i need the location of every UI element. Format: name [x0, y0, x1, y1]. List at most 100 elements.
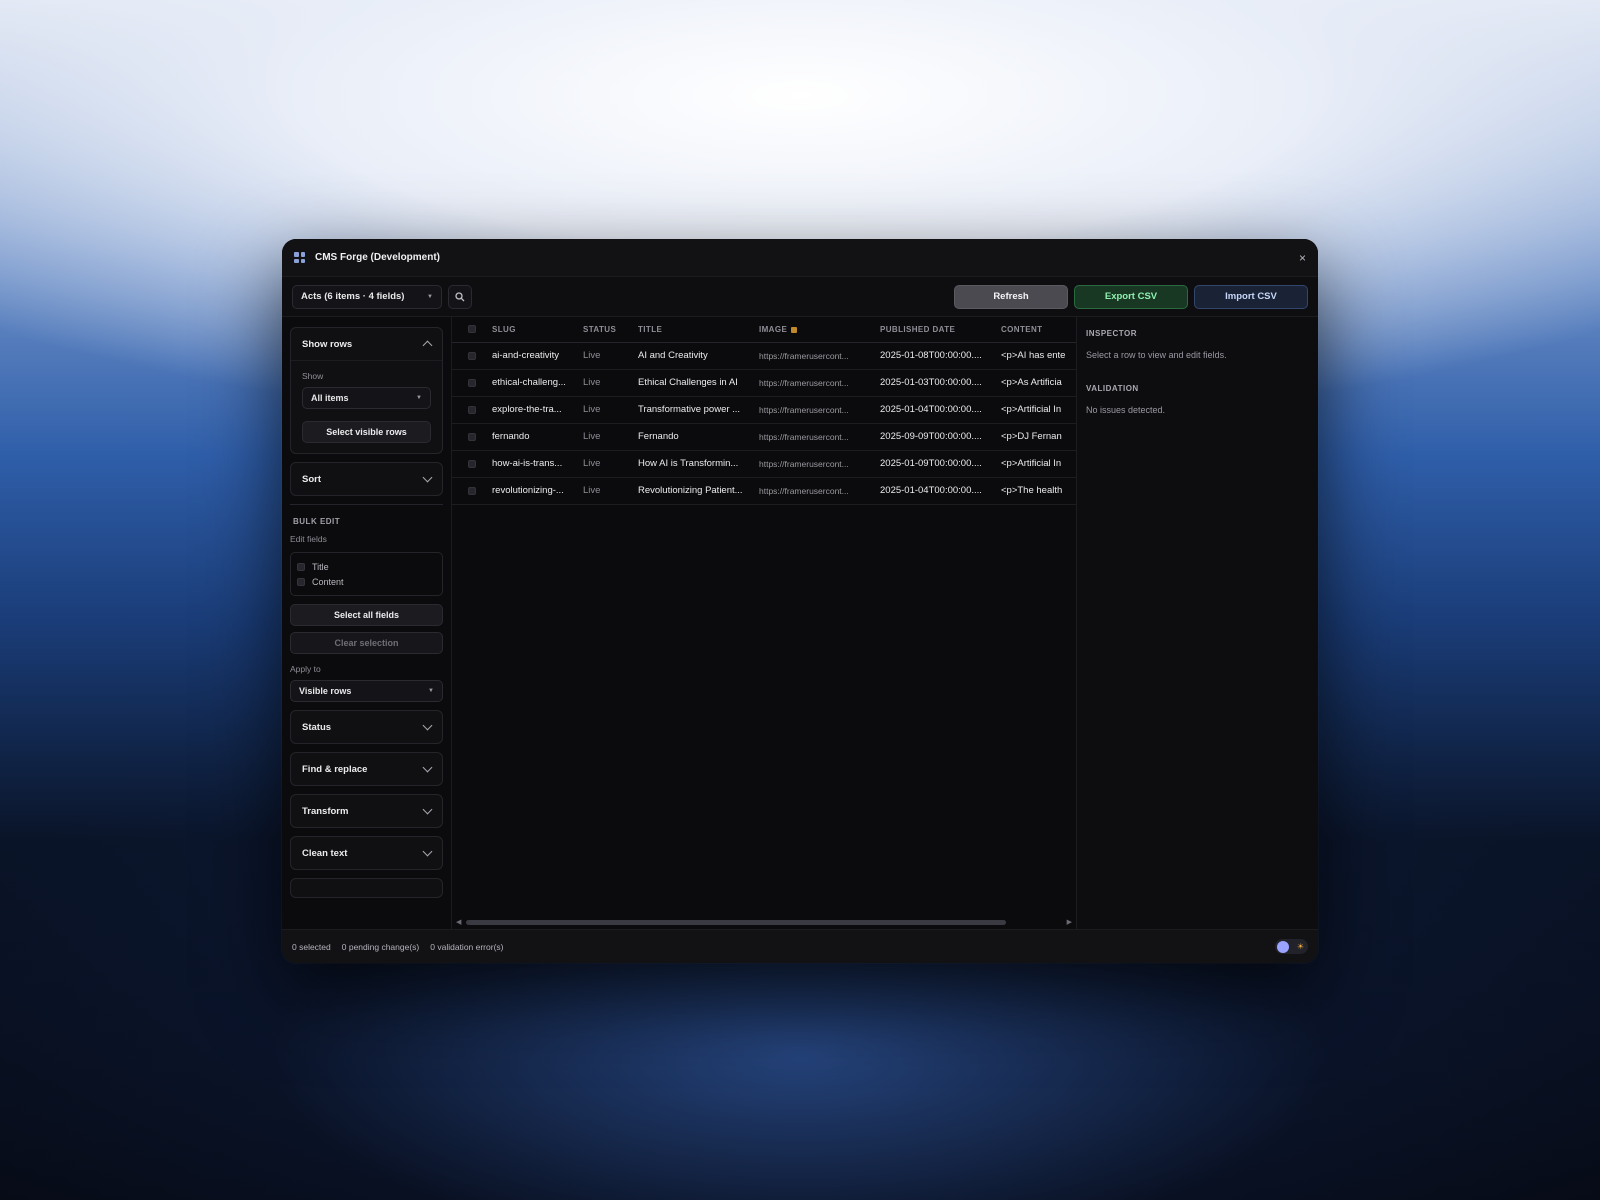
column-header-status[interactable]: STATUS: [583, 317, 638, 343]
status-cell[interactable]: Live: [583, 396, 638, 424]
image-cell[interactable]: https://framerusercont...: [759, 450, 880, 478]
title-cell[interactable]: Transformative power ...: [638, 396, 759, 424]
image-cell[interactable]: https://framerusercont...: [759, 423, 880, 451]
close-icon[interactable]: ×: [1299, 251, 1306, 265]
row-select-cell[interactable]: [452, 369, 492, 397]
checkbox[interactable]: [468, 432, 476, 441]
status-cell[interactable]: Live: [583, 369, 638, 397]
content-cell[interactable]: <p>The health: [1001, 477, 1076, 505]
date-cell[interactable]: 2025-09-09T00:00:00....: [880, 423, 1001, 451]
row-select-cell[interactable]: [452, 342, 492, 370]
slug-cell[interactable]: explore-the-tra...: [492, 396, 583, 424]
transform-header[interactable]: Transform: [291, 795, 442, 827]
table-row[interactable]: how-ai-is-trans... Live How AI is Transf…: [452, 450, 1076, 478]
date-cell[interactable]: 2025-01-04T00:00:00....: [880, 477, 1001, 505]
title-cell[interactable]: Fernando: [638, 423, 759, 451]
content-cell[interactable]: <p>AI has ente: [1001, 342, 1076, 370]
sun-icon: ☀: [1296, 942, 1304, 951]
toolbar: Acts (6 items · 4 fields) ▼ Refresh Expo…: [282, 277, 1318, 317]
row-select-cell[interactable]: [452, 396, 492, 424]
date-cell[interactable]: 2025-01-08T00:00:00....: [880, 342, 1001, 370]
column-header-slug[interactable]: SLUG: [492, 317, 583, 343]
table-row[interactable]: ethical-challeng... Live Ethical Challen…: [452, 369, 1076, 397]
checkbox[interactable]: [468, 378, 476, 387]
checkbox[interactable]: [468, 325, 476, 334]
table-row[interactable]: ai-and-creativity Live AI and Creativity…: [452, 342, 1076, 370]
select-all-fields-button[interactable]: Select all fields: [290, 604, 443, 626]
content-cell[interactable]: <p>Artificial In: [1001, 396, 1076, 424]
content-cell[interactable]: <p>DJ Fernan: [1001, 423, 1076, 451]
field-option-title[interactable]: Title: [297, 559, 436, 574]
sidebar: Show rows Show All items ▼ Select visibl…: [282, 317, 452, 929]
checkbox[interactable]: [468, 405, 476, 414]
column-header-published-date[interactable]: PUBLISHED DATE: [880, 317, 1001, 343]
column-header-content[interactable]: CONTENT: [1001, 317, 1076, 343]
date-cell[interactable]: 2025-01-03T00:00:00....: [880, 369, 1001, 397]
slug-cell[interactable]: fernando: [492, 423, 583, 451]
theme-toggle[interactable]: ☀: [1275, 939, 1308, 954]
select-visible-rows-button[interactable]: Select visible rows: [302, 421, 431, 443]
checkbox[interactable]: [468, 459, 476, 468]
content-cell[interactable]: <p>As Artificia: [1001, 369, 1076, 397]
import-csv-button[interactable]: Import CSV: [1194, 284, 1308, 309]
table-header-row: SLUG STATUS TITLE IMAGE PUBLISHED DATE C…: [452, 317, 1076, 343]
title-cell[interactable]: How AI is Transformin...: [638, 450, 759, 478]
search-button[interactable]: [448, 284, 472, 309]
table-row[interactable]: revolutionizing-... Live Revolutionizing…: [452, 477, 1076, 505]
slug-cell[interactable]: ethical-challeng...: [492, 369, 583, 397]
show-rows-title: Show rows: [302, 338, 353, 350]
row-select-cell[interactable]: [452, 423, 492, 451]
scrollbar-thumb[interactable]: [466, 920, 1006, 925]
scroll-right-icon[interactable]: ▶: [1067, 918, 1072, 926]
title-cell[interactable]: AI and Creativity: [638, 342, 759, 370]
scroll-left-icon[interactable]: ◀: [456, 918, 461, 926]
sort-header[interactable]: Sort: [291, 463, 442, 495]
collection-select[interactable]: Acts (6 items · 4 fields) ▼: [292, 284, 442, 309]
status-cell[interactable]: Live: [583, 477, 638, 505]
date-cell[interactable]: 2025-01-04T00:00:00....: [880, 396, 1001, 424]
title-bar: CMS Forge (Development) ×: [282, 239, 1318, 277]
checkbox[interactable]: [468, 351, 476, 360]
content-cell[interactable]: <p>Artificial In: [1001, 450, 1076, 478]
refresh-button[interactable]: Refresh: [954, 284, 1068, 309]
select-all-cell[interactable]: [452, 317, 492, 343]
status-cell[interactable]: Live: [583, 423, 638, 451]
field-option-content[interactable]: Content: [297, 574, 436, 589]
title-cell[interactable]: Ethical Challenges in AI: [638, 369, 759, 397]
title-cell[interactable]: Revolutionizing Patient...: [638, 477, 759, 505]
bulk-edit-heading: BULK EDIT: [293, 517, 341, 526]
status-cell[interactable]: Live: [583, 342, 638, 370]
checkbox[interactable]: [297, 562, 305, 571]
horizontal-scrollbar[interactable]: ◀ ▶: [452, 917, 1076, 927]
row-select-cell[interactable]: [452, 450, 492, 478]
checkbox[interactable]: [468, 486, 476, 495]
clear-selection-button[interactable]: Clear selection: [290, 632, 443, 654]
export-csv-button[interactable]: Export CSV: [1074, 284, 1188, 309]
slug-cell[interactable]: ai-and-creativity: [492, 342, 583, 370]
date-cell[interactable]: 2025-01-09T00:00:00....: [880, 450, 1001, 478]
image-cell[interactable]: https://framerusercont...: [759, 477, 880, 505]
image-cell[interactable]: https://framerusercont...: [759, 396, 880, 424]
slug-cell[interactable]: how-ai-is-trans...: [492, 450, 583, 478]
apply-to-label: Apply to: [290, 664, 321, 674]
apply-to-select[interactable]: Visible rows ▼: [290, 680, 443, 702]
column-header-image[interactable]: IMAGE: [759, 317, 880, 343]
find-replace-title: Find & replace: [302, 763, 368, 775]
status-header[interactable]: Status: [291, 711, 442, 743]
show-filter-select[interactable]: All items ▼: [302, 387, 431, 409]
status-cell[interactable]: Live: [583, 450, 638, 478]
validation-errors-count: 0 validation error(s): [430, 941, 504, 952]
table-row[interactable]: fernando Live Fernando https://frameruse…: [452, 423, 1076, 451]
edit-fields-label: Edit fields: [290, 534, 327, 544]
show-rows-header[interactable]: Show rows: [291, 328, 442, 360]
image-cell[interactable]: https://framerusercont...: [759, 369, 880, 397]
table-row[interactable]: explore-the-tra... Live Transformative p…: [452, 396, 1076, 424]
clean-text-header[interactable]: Clean text: [291, 837, 442, 869]
next-panel-cut-off: [290, 878, 443, 898]
checkbox[interactable]: [297, 577, 305, 586]
image-cell[interactable]: https://framerusercont...: [759, 342, 880, 370]
row-select-cell[interactable]: [452, 477, 492, 505]
column-header-title[interactable]: TITLE: [638, 317, 759, 343]
slug-cell[interactable]: revolutionizing-...: [492, 477, 583, 505]
find-replace-header[interactable]: Find & replace: [291, 753, 442, 785]
